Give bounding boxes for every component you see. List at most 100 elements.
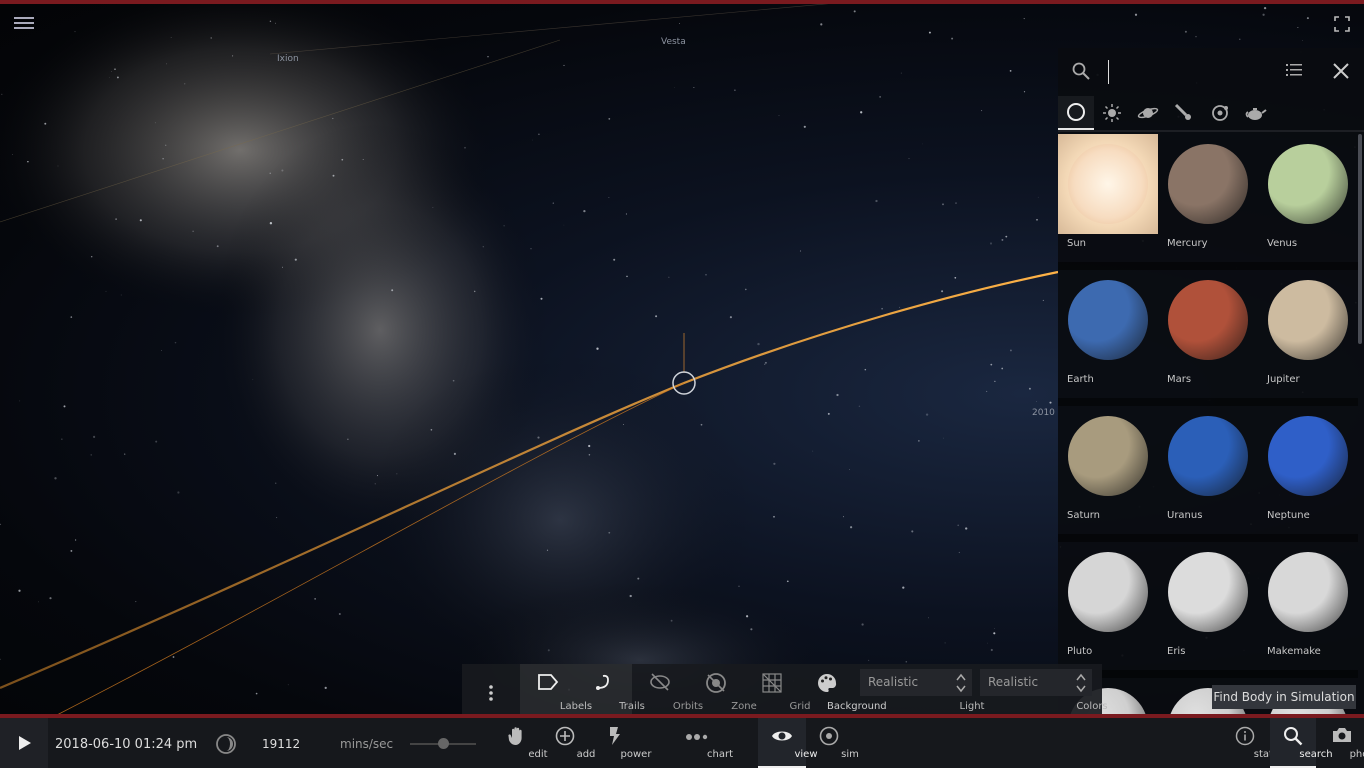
edit-button[interactable]: edit	[496, 718, 548, 768]
body-item-makemake[interactable]: Makemake	[1258, 542, 1358, 670]
star	[757, 342, 760, 346]
search-button[interactable]: search	[1270, 718, 1333, 768]
star	[362, 159, 364, 160]
star	[729, 316, 732, 319]
tab-stars[interactable]	[1094, 96, 1130, 130]
star	[987, 642, 988, 644]
body-name: Earth	[1067, 374, 1094, 385]
star	[881, 307, 883, 310]
star	[374, 483, 377, 485]
star	[951, 37, 954, 40]
body-item-venus[interactable]: Venus	[1258, 134, 1358, 262]
close-icon[interactable]	[1332, 62, 1350, 84]
body-name: Sun	[1067, 238, 1087, 249]
star	[861, 623, 864, 626]
star	[57, 165, 59, 167]
grid-off-icon	[762, 673, 782, 693]
body-item-eris[interactable]: Eris	[1158, 542, 1258, 670]
body-item-sun[interactable]: Sun	[1058, 134, 1158, 262]
star	[1195, 36, 1197, 38]
tab-planets[interactable]	[1130, 96, 1166, 130]
body-item-mercury[interactable]: Mercury	[1158, 134, 1258, 262]
star	[734, 89, 736, 92]
star	[252, 379, 254, 380]
star	[911, 530, 914, 533]
sim-date[interactable]: 2018-06-10 01:24 pm	[55, 737, 197, 752]
zone-toggle[interactable]: Zone	[688, 664, 757, 716]
body-item-jupiter[interactable]: Jupiter	[1258, 270, 1358, 398]
star	[1037, 196, 1039, 198]
view-toolbar: Labels Trails Orbits Zone Grid Backgroun…	[462, 664, 1108, 716]
body-thumbnail	[1268, 552, 1348, 632]
sim-button[interactable]: sim	[808, 718, 859, 768]
star	[120, 294, 122, 296]
body-item-uranus[interactable]: Uranus	[1158, 406, 1258, 534]
star	[109, 77, 110, 78]
body-item-pluto[interactable]: Pluto	[1058, 542, 1158, 670]
star	[274, 22, 276, 24]
star	[338, 612, 341, 616]
hamburger-menu-icon[interactable]	[14, 14, 34, 32]
body-item-mars[interactable]: Mars	[1158, 270, 1258, 398]
search-panel: Sun Mercury Venus Earth Mars Jupiter Saturn Ura…	[1058, 48, 1364, 716]
speed-value[interactable]: 19112	[262, 737, 300, 751]
body-thumbnail	[1168, 416, 1248, 496]
space-label-vesta[interactable]: Vesta	[661, 37, 686, 47]
body-item-saturn[interactable]: Saturn	[1058, 406, 1158, 534]
star	[773, 462, 776, 465]
tab-orbits[interactable]	[1202, 96, 1238, 130]
speed-dial-icon[interactable]	[215, 733, 237, 759]
body-name: Mercury	[1167, 238, 1208, 249]
tab-objects[interactable]	[1238, 96, 1274, 130]
star	[332, 174, 335, 177]
star	[70, 316, 73, 318]
fullscreen-icon[interactable]	[1334, 16, 1350, 32]
body-item-earth[interactable]: Earth	[1058, 270, 1158, 398]
grid-toggle[interactable]: Grid	[744, 664, 811, 716]
space-label-2010-ek[interactable]: 2010 EK	[1032, 408, 1056, 418]
star	[629, 594, 632, 598]
scrollbar[interactable]	[1358, 134, 1362, 344]
colors-value: Realistic	[988, 675, 1039, 689]
background-toggle[interactable]: Background	[800, 664, 887, 716]
body-thumbnail	[1068, 552, 1148, 632]
speed-unit[interactable]: mins/sec	[340, 737, 393, 751]
stats-button[interactable]: stats	[1224, 718, 1278, 768]
star	[928, 617, 930, 619]
star	[900, 72, 902, 74]
colors-select[interactable]: Realistic	[980, 669, 1092, 696]
search-input[interactable]	[1108, 60, 1278, 84]
star	[464, 146, 466, 149]
sun-icon	[1103, 104, 1121, 122]
more-options-button[interactable]	[476, 664, 506, 716]
labels-toggle[interactable]: Labels	[520, 664, 592, 716]
trails-toggle[interactable]: Trails	[576, 664, 645, 716]
star	[552, 202, 554, 204]
star	[674, 86, 675, 88]
star	[1184, 30, 1187, 33]
updown-arrow-icon	[1076, 673, 1086, 693]
orbits-toggle[interactable]: Orbits	[632, 664, 703, 716]
star	[1028, 387, 1031, 390]
light-select[interactable]: Realistic	[860, 669, 972, 696]
power-button[interactable]: power	[592, 718, 651, 768]
tab-comets[interactable]	[1166, 96, 1202, 130]
star	[613, 258, 616, 261]
star	[608, 196, 610, 198]
list-view-icon[interactable]	[1286, 62, 1302, 82]
star	[166, 63, 168, 65]
play-button[interactable]	[0, 718, 48, 768]
chart-button[interactable]: chart	[674, 718, 733, 768]
star	[275, 482, 277, 484]
space-label-ixion[interactable]: Ixion	[277, 54, 299, 64]
add-button[interactable]: add	[544, 718, 595, 768]
body-item-neptune[interactable]: Neptune	[1258, 406, 1358, 534]
star	[1306, 17, 1309, 20]
star	[341, 158, 344, 161]
star	[608, 118, 611, 120]
star	[990, 363, 993, 366]
view-button[interactable]: view	[758, 718, 818, 768]
speed-slider-handle[interactable]	[438, 738, 449, 749]
tab-all-bodies[interactable]	[1058, 96, 1094, 130]
photo-button[interactable]: photo	[1320, 718, 1364, 768]
